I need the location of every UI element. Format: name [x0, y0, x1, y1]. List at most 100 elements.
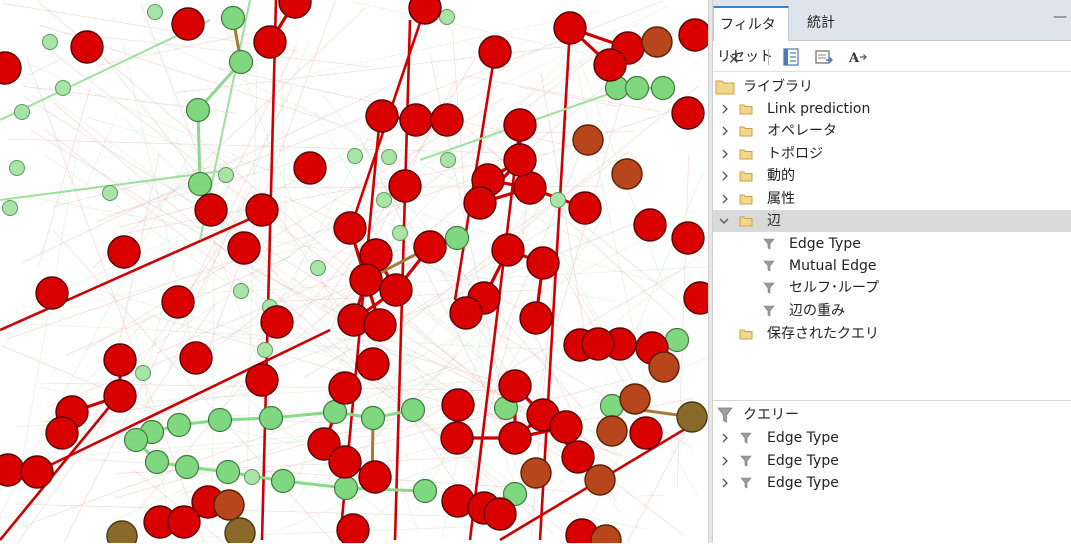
export-icon[interactable] — [814, 47, 834, 67]
graph-node-red — [554, 12, 586, 44]
network-graph[interactable] — [0, 0, 708, 543]
tree-item-label: 属性 — [767, 188, 795, 210]
graph-node-red — [672, 222, 704, 254]
graph-node-green — [209, 409, 232, 432]
graph-node-red — [0, 52, 21, 84]
graph-node-red — [504, 109, 536, 141]
graph-node-red — [366, 100, 398, 132]
graph-node-light-green — [103, 186, 118, 201]
tree-item-edge-type[interactable]: Edge Type — [713, 233, 1071, 255]
chevron-right-icon[interactable] — [719, 143, 733, 165]
font-settings-icon[interactable]: A — [848, 47, 868, 67]
library-root[interactable]: ライブラリ — [713, 76, 1071, 98]
graph-node-red — [499, 370, 531, 402]
chevron-down-icon[interactable] — [717, 210, 731, 232]
graph-edge-faint — [38, 87, 90, 267]
graph-node-red — [246, 194, 278, 226]
library-label: ライブラリ — [743, 76, 813, 98]
graph-node-green — [176, 456, 199, 479]
chevron-right-icon[interactable] — [719, 427, 733, 449]
graph-node-red — [450, 297, 482, 329]
chevron-right-icon[interactable] — [719, 98, 733, 120]
tree-item-attributes[interactable]: 属性 — [713, 188, 1071, 210]
tree-item-mutual-edge[interactable]: Mutual Edge — [713, 255, 1071, 277]
graph-node-green — [168, 414, 191, 437]
graph-node-red — [334, 212, 366, 244]
graph-node-green — [666, 329, 689, 352]
graph-node-red — [414, 231, 446, 263]
graph-node-red — [36, 277, 68, 309]
graph-node-red — [172, 8, 204, 40]
minimize-icon[interactable]: — — [1053, 10, 1065, 24]
graph-node-green — [446, 227, 469, 250]
graph-edge-faint — [8, 139, 548, 154]
graph-node-green — [125, 429, 148, 452]
query-item[interactable]: Edge Type — [713, 472, 1071, 494]
reset-button[interactable]: リセット — [717, 46, 773, 68]
graph-node-red — [679, 19, 708, 51]
graph-node-red — [71, 31, 103, 63]
tree-item-edges[interactable]: 辺 — [713, 210, 1071, 232]
query-item[interactable]: Edge Type — [713, 427, 1071, 449]
tree-item-topology[interactable]: トポロジ — [713, 143, 1071, 165]
tree-item-edge-weight[interactable]: 辺の重み — [713, 300, 1071, 322]
graph-node-olive — [225, 518, 255, 543]
graph-node-light-green — [234, 284, 249, 299]
graph-node-green — [402, 399, 425, 422]
graph-node-red — [108, 236, 140, 268]
graph-node-red — [104, 380, 136, 412]
graph-node-red — [464, 187, 496, 219]
graph-node-light-green — [258, 343, 273, 358]
tab-statistics[interactable]: 統計 — [801, 6, 861, 41]
graph-node-red — [684, 282, 708, 314]
graph-node-light-green — [377, 193, 392, 208]
graph-node-green — [189, 173, 212, 196]
graph-node-green — [626, 77, 649, 100]
graph-node-red — [364, 309, 396, 341]
tab-filters[interactable]: フィルタ✕ — [713, 6, 789, 41]
graph-edge-red — [262, 0, 276, 540]
chevron-right-icon[interactable] — [719, 120, 733, 142]
tree-item-label: Edge Type — [789, 233, 861, 255]
graph-node-red — [582, 328, 614, 360]
graph-node-light-green — [382, 150, 397, 165]
graph-node-red — [499, 422, 531, 454]
graph-edge-faint — [212, 240, 214, 525]
query-item-label: Edge Type — [767, 450, 839, 472]
tree-item-self-loop[interactable]: セルフ･ループ — [713, 277, 1071, 299]
graph-node-brown — [597, 416, 627, 446]
graph-node-red — [0, 454, 24, 486]
graph-node-red — [484, 498, 516, 530]
filter-tree-icon[interactable] — [781, 47, 801, 67]
tree-item-operators[interactable]: オペレータ — [713, 120, 1071, 142]
graph-node-red — [357, 348, 389, 380]
graph-node-light-green — [148, 5, 163, 20]
graph-node-red — [400, 104, 432, 136]
graph-node-light-green — [43, 35, 58, 50]
filter-funnel-icon — [739, 454, 753, 468]
queries-area: クエリー Edge Type Edge Type Edge Type — [713, 400, 1071, 544]
queries-root[interactable]: クエリー — [713, 404, 1071, 426]
chevron-right-icon[interactable] — [719, 472, 733, 494]
chevron-right-icon[interactable] — [719, 450, 733, 472]
graph-node-red — [228, 232, 260, 264]
graph-node-light-green — [440, 10, 455, 25]
tree-item-label: 辺 — [767, 210, 781, 232]
tree-item-saved-queries[interactable]: 保存されたクエリ — [713, 323, 1071, 345]
graph-canvas[interactable] — [0, 0, 708, 543]
chevron-right-icon[interactable] — [719, 165, 733, 187]
query-item[interactable]: Edge Type — [713, 450, 1071, 472]
tree-item-dynamic[interactable]: 動的 — [713, 165, 1071, 187]
tree-item-label: Mutual Edge — [789, 255, 876, 277]
graph-node-red — [527, 247, 559, 279]
graph-node-red — [195, 194, 227, 226]
graph-node-green — [362, 407, 385, 430]
filters-panel: フィルタ✕ 統計 — リセット A — [713, 0, 1071, 543]
graph-node-brown — [521, 458, 551, 488]
graph-node-red — [337, 514, 369, 543]
graph-node-red — [46, 417, 78, 449]
tree-item-link-prediction[interactable]: Link prediction — [713, 98, 1071, 120]
chevron-right-icon[interactable] — [719, 188, 733, 210]
graph-node-red — [246, 364, 278, 396]
graph-node-green — [272, 470, 295, 493]
